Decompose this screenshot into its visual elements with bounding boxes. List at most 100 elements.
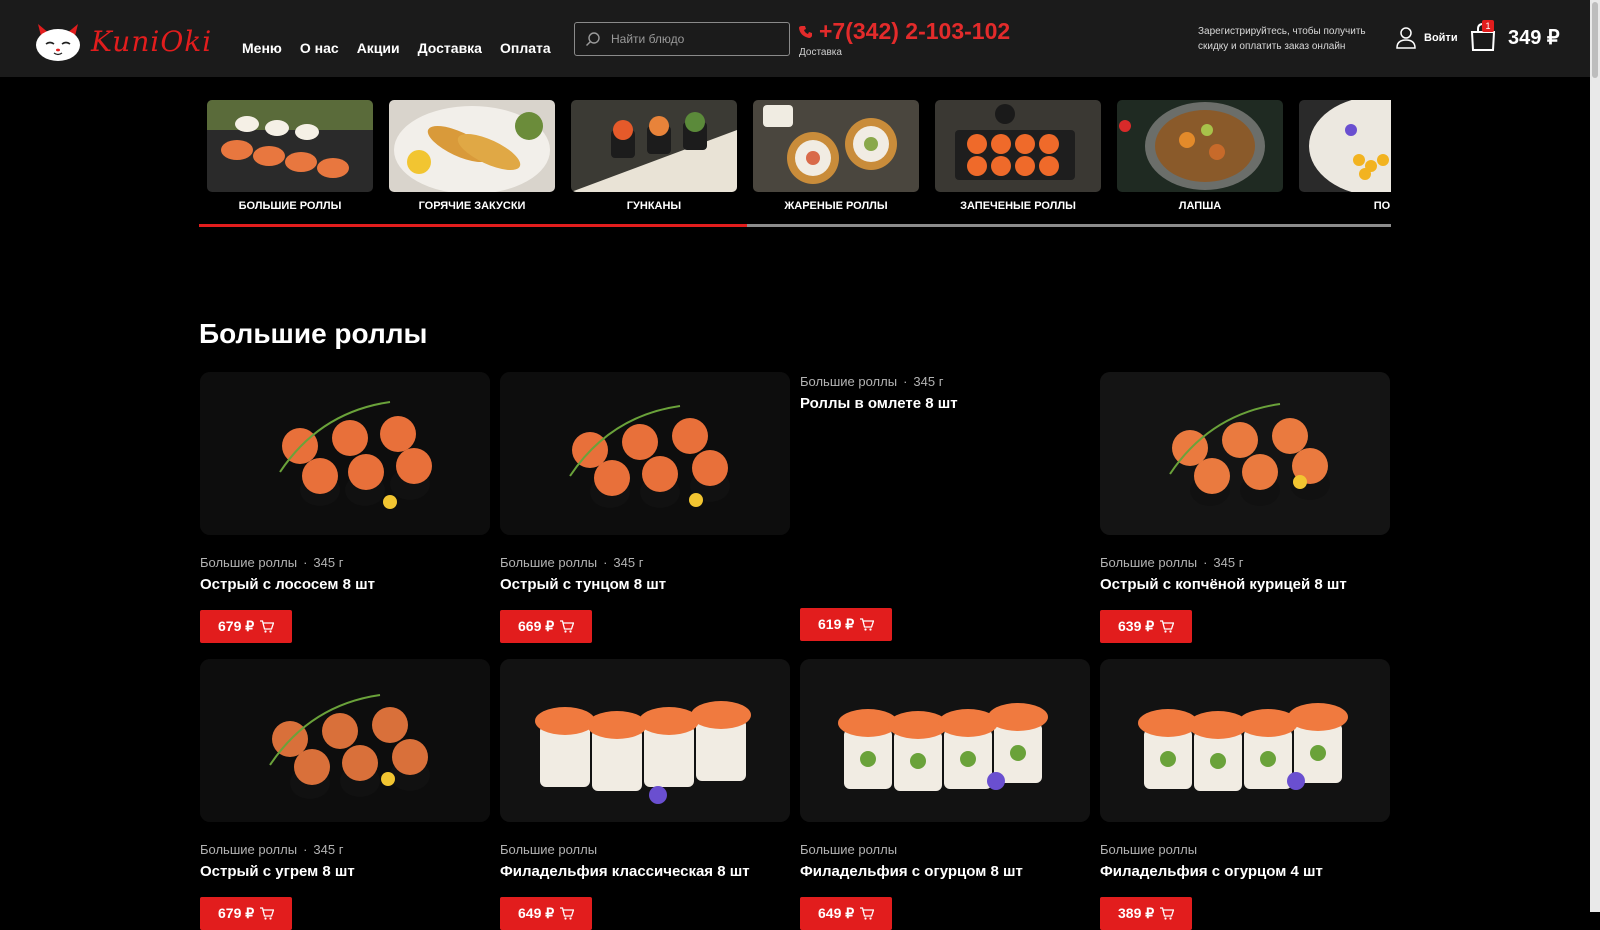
product-weight: 345 г xyxy=(613,555,644,570)
nav-item-menu[interactable]: Меню xyxy=(242,40,282,56)
product-category: Большие роллы xyxy=(200,555,298,570)
product-name[interactable]: Филадельфия с огурцом 8 шт xyxy=(800,863,1090,880)
category-scroll-progress xyxy=(199,224,748,227)
product-name[interactable]: Острый с копчёной курицей 8 шт xyxy=(1100,576,1390,593)
category-image xyxy=(753,100,919,192)
add-to-cart-button[interactable]: 389 ₽ xyxy=(1100,897,1193,930)
product-category: Большие роллы xyxy=(200,842,298,857)
product-price: 679 ₽ xyxy=(218,905,255,921)
product-name[interactable]: Острый с угрем 8 шт xyxy=(200,863,490,880)
product-card[interactable]: Большие роллы · 345 г Роллы в омлете 8 шт … xyxy=(800,374,1090,641)
product-price: 679 ₽ xyxy=(218,618,255,634)
meta-separator: · xyxy=(303,555,308,570)
nav-item-delivery[interactable]: Доставка xyxy=(418,40,482,56)
phone-caption: Доставка xyxy=(799,47,842,58)
category-gunkan[interactable]: ГУНКАНЫ xyxy=(571,100,737,212)
product-category: Большие роллы xyxy=(800,374,898,389)
product-category: Большие роллы xyxy=(1100,842,1198,857)
image-placeholder xyxy=(800,412,1090,608)
category-noodles[interactable]: ЛАПША xyxy=(1117,100,1283,212)
add-to-cart-button[interactable]: 669 ₽ xyxy=(500,610,593,643)
phone-number[interactable]: +7(342) 2-103-102 xyxy=(819,18,1010,45)
product-image xyxy=(500,372,790,535)
product-name[interactable]: Роллы в омлете 8 шт xyxy=(800,395,1090,412)
add-to-cart-button[interactable]: 619 ₽ xyxy=(800,608,893,641)
meta-separator: · xyxy=(603,555,608,570)
add-to-cart-button[interactable]: 679 ₽ xyxy=(200,897,293,930)
product-price: 649 ₽ xyxy=(818,905,855,921)
category-poke[interactable]: ПО xyxy=(1299,100,1391,212)
cart-icon xyxy=(860,618,875,631)
cart-total: 349 ₽ xyxy=(1508,26,1560,49)
category-fried-rolls[interactable]: ЖАРЕНЫЕ РОЛЛЫ xyxy=(753,100,919,212)
search-icon xyxy=(586,32,600,46)
category-big-rolls[interactable]: БОЛЬШИЕ РОЛЛЫ xyxy=(207,100,373,212)
login-button[interactable]: Войти xyxy=(1396,27,1458,49)
category-carousel: БОЛЬШИЕ РОЛЛЫ ГОРЯЧИЕ ЗАКУСКИ ГУНКАНЫ ЖА… xyxy=(199,98,1391,228)
category-label: ГУНКАНЫ xyxy=(626,200,682,212)
product-image xyxy=(500,659,790,822)
product-category: Большие роллы xyxy=(500,555,598,570)
product-price: 669 ₽ xyxy=(518,618,555,634)
page-scrollbar[interactable] xyxy=(1590,0,1600,912)
category-image xyxy=(389,100,555,192)
product-price: 649 ₽ xyxy=(518,905,555,921)
product-price: 619 ₽ xyxy=(818,616,855,632)
add-to-cart-button[interactable]: 639 ₽ xyxy=(1100,610,1193,643)
cat-logo-icon xyxy=(36,24,80,61)
category-image xyxy=(1117,100,1283,192)
main-nav: Меню О нас Акции Доставка Оплата xyxy=(242,40,569,56)
product-price: 389 ₽ xyxy=(1118,905,1155,921)
product-image xyxy=(800,659,1090,822)
category-image xyxy=(1299,100,1391,192)
registration-promo: Зарегистрируйтесь, чтобы получить скидку… xyxy=(1198,26,1366,52)
logo[interactable]: KuniOki xyxy=(33,20,212,62)
site-header: KuniOki Меню О нас Акции Доставка Оплата… xyxy=(0,0,1590,77)
product-image xyxy=(1100,659,1390,822)
login-label: Войти xyxy=(1424,32,1458,44)
phone-icon xyxy=(799,25,812,38)
category-label: ГОРЯЧИЕ ЗАКУСКИ xyxy=(418,200,526,212)
cart-icon xyxy=(260,620,275,633)
category-label: ЛАПША xyxy=(1178,200,1222,212)
product-category: Большие роллы xyxy=(800,842,898,857)
cart-button[interactable]: 1 349 ₽ xyxy=(1468,20,1560,52)
product-name[interactable]: Филадельфия с огурцом 4 шт xyxy=(1100,863,1390,880)
product-card[interactable]: Большие роллы · 345 г Острый с тунцом 8 шт… xyxy=(500,372,790,643)
product-price: 639 ₽ xyxy=(1118,618,1155,634)
product-image xyxy=(200,372,490,535)
nav-item-payment[interactable]: Оплата xyxy=(500,40,551,56)
category-scroll-track[interactable] xyxy=(199,224,1391,227)
cart-icon xyxy=(560,620,575,633)
add-to-cart-button[interactable]: 679 ₽ xyxy=(200,610,293,643)
product-image xyxy=(1100,372,1390,535)
nav-item-about[interactable]: О нас xyxy=(300,40,339,56)
product-weight: 345 г xyxy=(313,555,344,570)
product-card[interactable]: Большие роллы Филадельфия с огурцом 4 шт… xyxy=(1100,659,1390,930)
product-card[interactable]: Большие роллы · 345 г Острый с копчёной ку… xyxy=(1100,372,1390,643)
product-image xyxy=(200,659,490,822)
category-baked-rolls[interactable]: ЗАПЕЧЕНЫЕ РОЛЛЫ xyxy=(935,100,1101,212)
product-name[interactable]: Острый с тунцом 8 шт xyxy=(500,576,790,593)
product-weight: 345 г xyxy=(913,374,944,389)
category-image xyxy=(207,100,373,192)
product-card[interactable]: Большие роллы · 345 г Острый с угрем 8 шт … xyxy=(200,659,490,930)
category-image xyxy=(571,100,737,192)
product-card[interactable]: Большие роллы Филадельфия классическая 8… xyxy=(500,659,790,930)
search-box[interactable] xyxy=(574,22,790,56)
product-name[interactable]: Филадельфия классическая 8 шт xyxy=(500,863,790,880)
add-to-cart-button[interactable]: 649 ₽ xyxy=(800,897,893,930)
nav-item-promotions[interactable]: Акции xyxy=(357,40,400,56)
product-name[interactable]: Острый с лососем 8 шт xyxy=(200,576,490,593)
search-input[interactable] xyxy=(609,31,783,47)
add-to-cart-button[interactable]: 649 ₽ xyxy=(500,897,593,930)
cart-icon xyxy=(260,907,275,920)
cart-icon xyxy=(560,907,575,920)
meta-separator: · xyxy=(303,842,308,857)
product-card[interactable]: Большие роллы Филадельфия с огурцом 8 шт… xyxy=(800,659,1090,930)
product-card[interactable]: Большие роллы · 345 г Острый с лососем 8 ш… xyxy=(200,372,490,643)
cart-icon xyxy=(1160,907,1175,920)
category-label: ПО xyxy=(1373,200,1391,212)
category-hot-appetizers[interactable]: ГОРЯЧИЕ ЗАКУСКИ xyxy=(389,100,555,212)
user-icon xyxy=(1396,27,1416,49)
